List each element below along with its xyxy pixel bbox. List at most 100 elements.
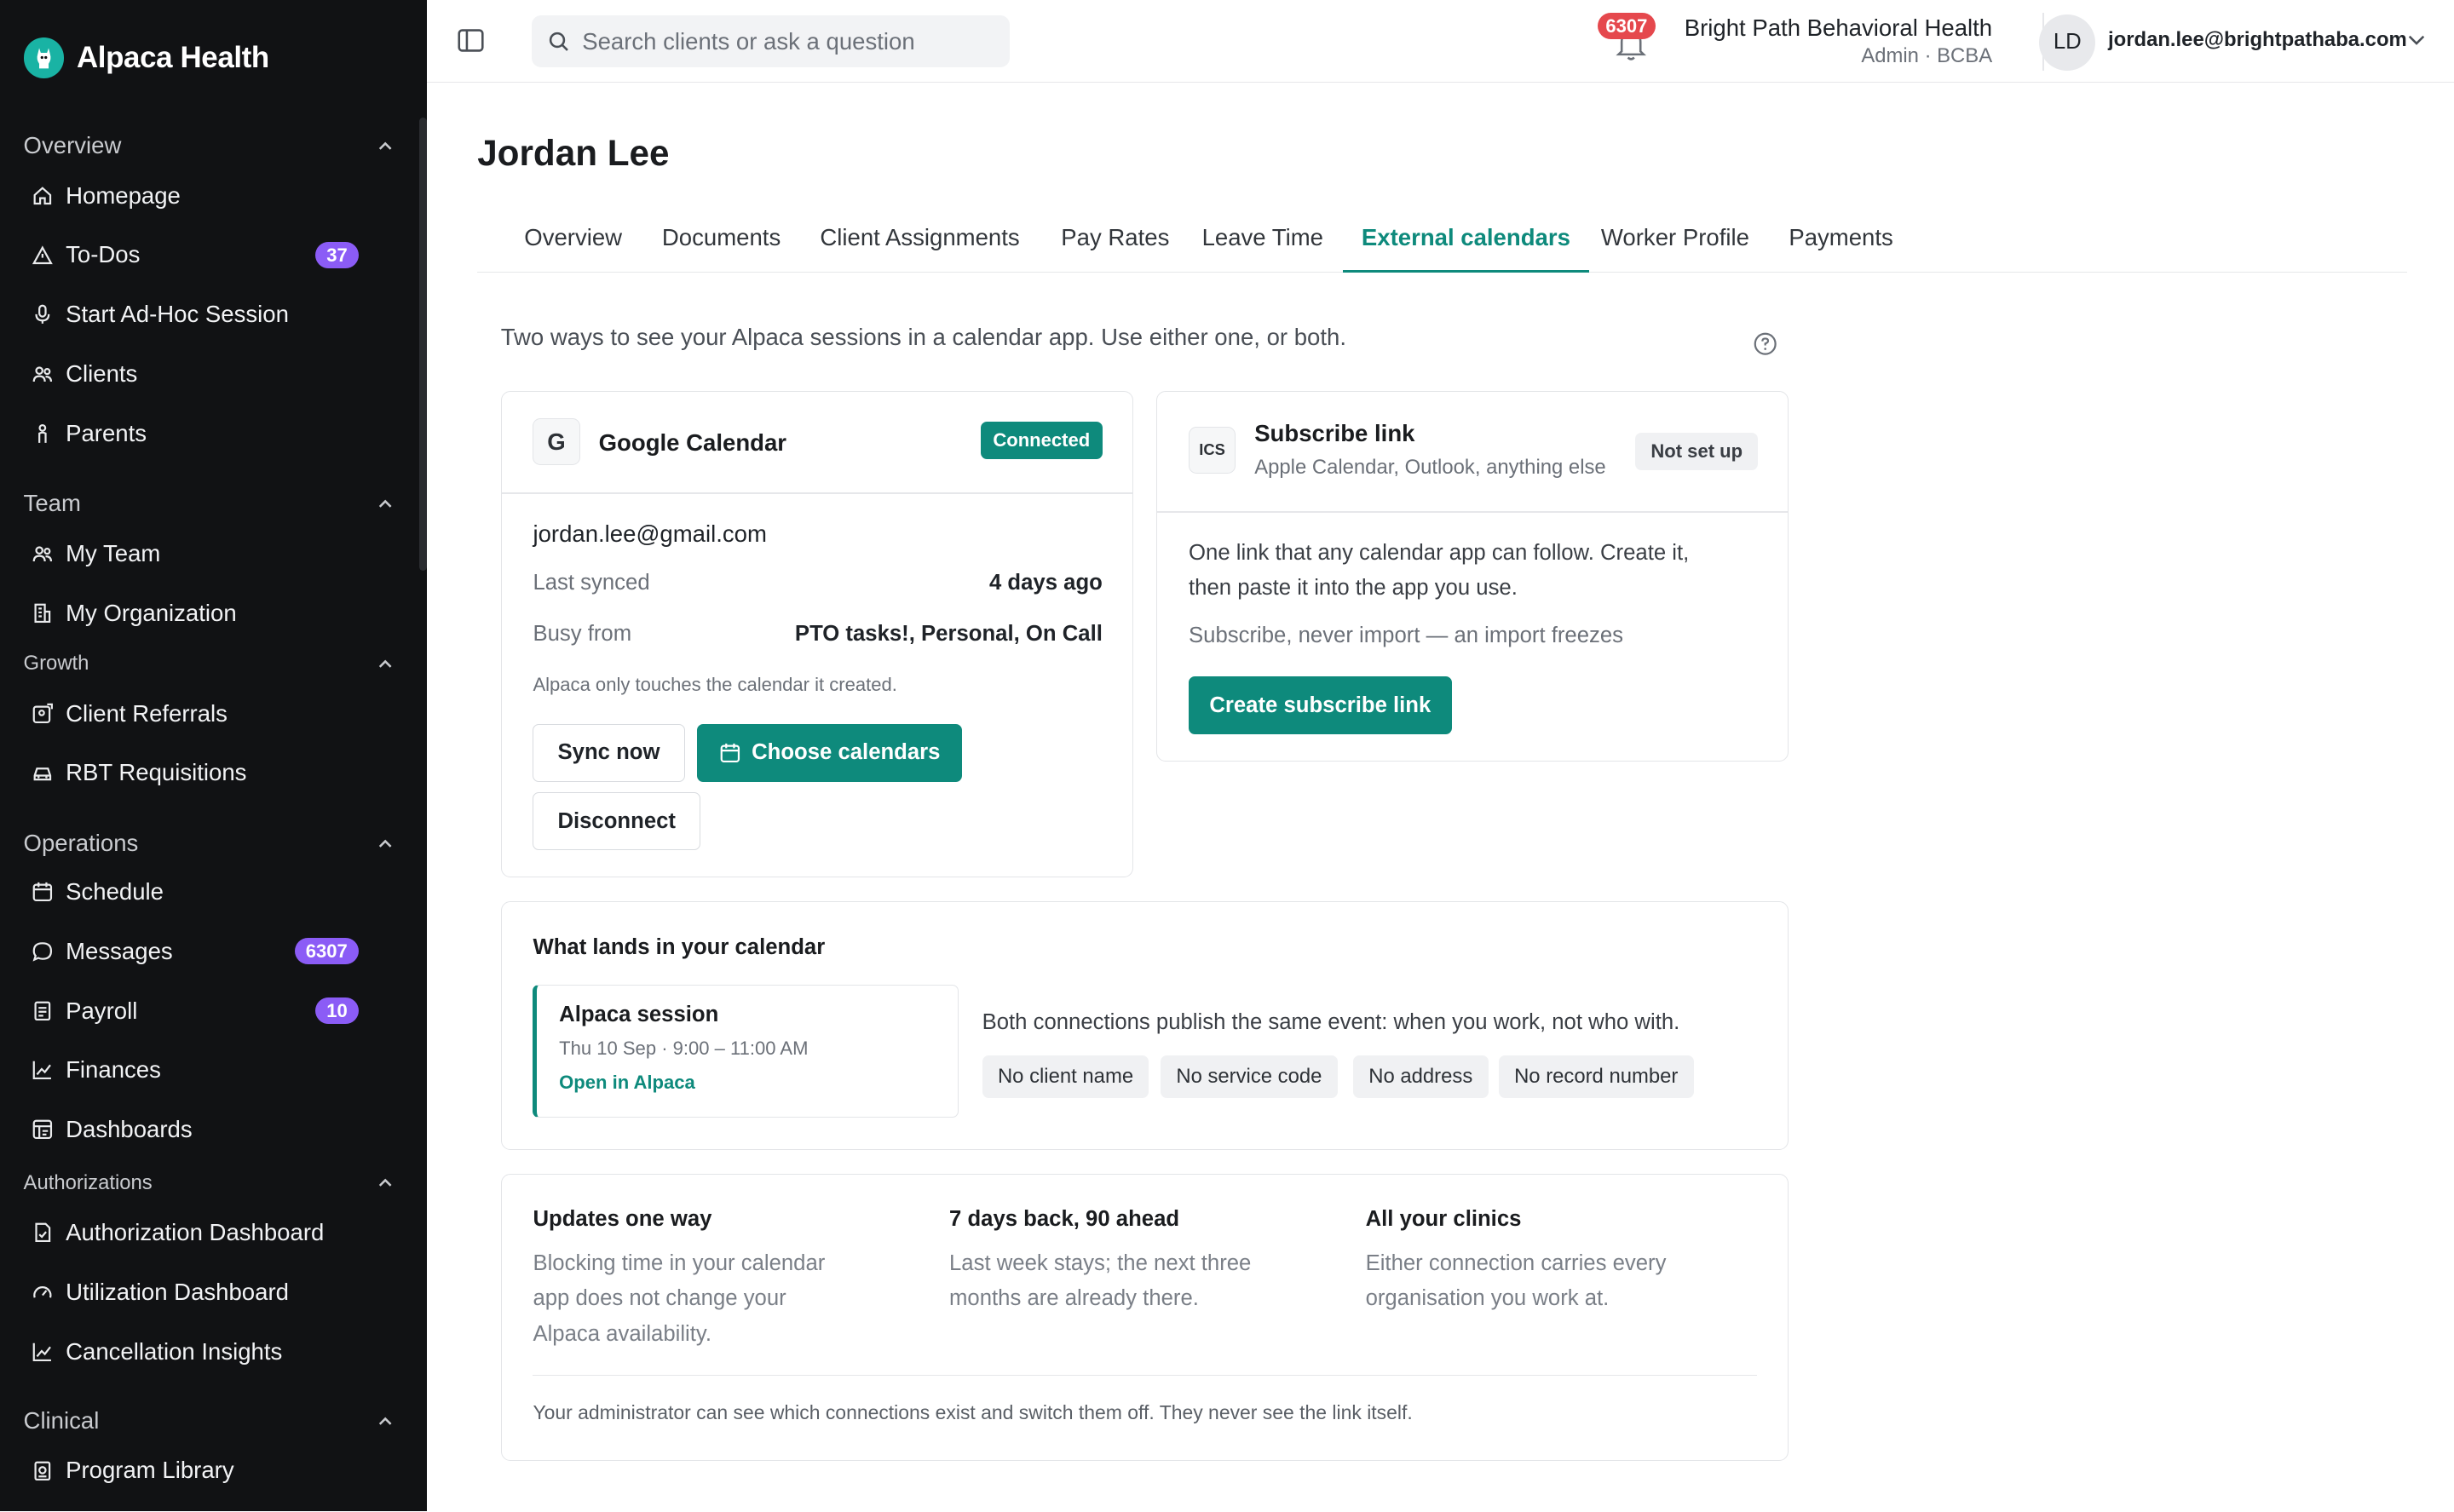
tab-leave-time[interactable]: Leave Time — [1184, 219, 1342, 272]
top-bar: 6307 Bright Path Behavioral Health Admin… — [427, 0, 2454, 83]
sidebar-item-utilization-dashboard[interactable]: Utilization Dashboard — [32, 1269, 359, 1316]
sidebar-item-todos[interactable]: To-Dos 37 — [32, 232, 359, 279]
create-subscribe-link-button[interactable]: Create subscribe link — [1189, 676, 1452, 735]
subscribe-hint: Subscribe, never import — an import free… — [1189, 624, 1624, 647]
sidebar-item-label: Payroll — [66, 997, 138, 1024]
search-bar[interactable] — [532, 15, 1010, 67]
privacy-chip: No record number — [1498, 1055, 1694, 1098]
fact-text: Blocking time in your calendar app does … — [533, 1246, 825, 1352]
user-email[interactable]: jordan.lee@brightpathaba.com — [2108, 28, 2407, 52]
count-badge: 10 — [315, 997, 359, 1025]
administrator-note: Your administrator can see which connect… — [533, 1400, 1413, 1423]
sidebar-item-my-organization[interactable]: My Organization — [32, 589, 359, 636]
section-authorizations[interactable]: Authorizations — [24, 1169, 393, 1197]
chevron-up-icon — [378, 659, 392, 668]
card-subtitle: Apple Calendar, Outlook, anything else — [1254, 456, 1606, 480]
tab-documents[interactable]: Documents — [643, 219, 799, 272]
chevron-down-icon[interactable] — [2407, 34, 2426, 47]
avatar[interactable]: LD — [2039, 14, 2096, 71]
count-badge: 37 — [315, 241, 359, 268]
users-icon — [32, 366, 52, 382]
section-clinical[interactable]: Clinical — [24, 1405, 393, 1436]
card-title: Google Calendar — [598, 429, 787, 457]
sidebar-item-payroll[interactable]: Payroll 10 — [32, 987, 359, 1034]
tab-client-assignments[interactable]: Client Assignments — [801, 219, 1038, 272]
sidebar-item-program-library[interactable]: Program Library — [32, 1447, 359, 1494]
section-overview[interactable]: Overview — [24, 129, 393, 161]
section-label: Operations — [23, 829, 139, 856]
file-check-icon — [35, 1223, 50, 1243]
section-label: Team — [23, 490, 81, 517]
app-logo[interactable]: Alpaca Health — [23, 37, 269, 78]
disconnect-button[interactable]: Disconnect — [533, 792, 700, 851]
sidebar-item-finances[interactable]: Finances — [32, 1047, 359, 1094]
section-label: Growth — [23, 651, 89, 675]
sidebar-item-rbt-requisitions[interactable]: RBT Requisitions — [32, 750, 359, 796]
sidebar-item-my-team[interactable]: My Team — [32, 531, 359, 578]
sync-now-button[interactable]: Sync now — [533, 723, 685, 782]
sidebar-item-homepage[interactable]: Homepage — [32, 172, 359, 219]
library-icon — [34, 1461, 50, 1480]
sidebar-item-label: My Team — [66, 540, 161, 567]
sidebar-item-label: Authorization Dashboard — [66, 1219, 325, 1246]
busy-from-label: Busy from — [533, 622, 632, 647]
tab-overview[interactable]: Overview — [505, 219, 641, 272]
tab-payments[interactable]: Payments — [1770, 219, 1912, 272]
calendar-icon — [32, 882, 52, 902]
sidebar-scrollbar[interactable] — [419, 117, 428, 572]
privacy-chip: No address — [1352, 1055, 1489, 1098]
help-icon[interactable] — [1753, 331, 1777, 356]
sidebar-item-label: Homepage — [66, 181, 181, 209]
section-heading: What lands in your calendar — [533, 934, 826, 959]
choose-calendars-button[interactable]: Choose calendars — [697, 723, 962, 782]
ics-icon: ICS — [1189, 426, 1236, 474]
payroll-icon — [34, 1001, 50, 1020]
sidebar-item-label: Parents — [66, 419, 147, 446]
fact-title: 7 days back, 90 ahead — [949, 1207, 1180, 1232]
sidebar-item-label: Clients — [66, 359, 138, 387]
fact-text: Last week stays; the next three months a… — [949, 1246, 1251, 1317]
section-operations[interactable]: Operations — [24, 828, 393, 859]
search-input[interactable] — [582, 27, 989, 55]
sidebar-item-messages[interactable]: Messages 6307 — [32, 928, 359, 974]
team-icon — [32, 546, 52, 562]
sidebar-item-start-ad-hoc-session[interactable]: Start Ad-Hoc Session — [32, 291, 359, 338]
sidebar-item-schedule[interactable]: Schedule — [32, 868, 359, 915]
tab-pay-rates[interactable]: Pay Rates — [1042, 219, 1188, 272]
section-growth[interactable]: Growth — [24, 649, 393, 677]
sidebar-item-dashboards[interactable]: Dashboards — [32, 1107, 359, 1153]
sidebar-item-label: Dashboards — [66, 1116, 193, 1143]
subscribe-link-card: ICS Subscribe link Apple Calendar, Outlo… — [1156, 391, 1789, 762]
sidebar-item-client-referrals[interactable]: Client Referrals — [32, 690, 359, 737]
sidebar-item-authorization-dashboard[interactable]: Authorization Dashboard — [32, 1210, 359, 1256]
section-label: Clinical — [23, 1406, 100, 1434]
subscribe-description: One link that any calendar app can follo… — [1189, 536, 1689, 605]
sidebar-toggle-icon[interactable] — [457, 26, 485, 55]
section-team[interactable]: Team — [24, 488, 393, 520]
chevron-up-icon — [378, 1178, 392, 1187]
sidebar-item-clients[interactable]: Clients — [32, 350, 359, 397]
calendar-note: Alpaca only touches the calendar it crea… — [533, 673, 897, 695]
sidebar-item-cancellation-insights[interactable]: Cancellation Insights — [32, 1328, 359, 1375]
chevron-up-icon — [378, 499, 392, 508]
chevron-up-icon — [378, 1417, 392, 1425]
tab-external-calendars[interactable]: External calendars — [1342, 219, 1589, 273]
description-line: then paste it into the app you use. — [1189, 575, 1518, 600]
organization-switcher[interactable]: Bright Path Behavioral Health Admin · BC… — [1685, 14, 1992, 69]
busy-from-value: PTO tasks!, Personal, On Call — [794, 622, 1103, 647]
sidebar-item-parents[interactable]: Parents — [32, 410, 359, 457]
microphone-icon — [35, 304, 50, 325]
gauge-icon — [32, 1286, 52, 1298]
fact-line: Blocking time in your calendar — [533, 1251, 826, 1275]
fact-line: Alpaca availability. — [533, 1321, 711, 1346]
chevron-up-icon — [378, 839, 392, 848]
intro-text: Two ways to see your Alpaca sessions in … — [500, 324, 1346, 351]
person-icon — [37, 423, 47, 443]
building-icon — [34, 603, 50, 624]
open-in-alpaca-link[interactable]: Open in Alpaca — [559, 1072, 695, 1094]
status-badge: Not set up — [1635, 432, 1759, 471]
card-title: Subscribe link — [1254, 420, 1415, 447]
tab-worker-profile[interactable]: Worker Profile — [1582, 219, 1768, 272]
event-preview-card: What lands in your calendar Alpaca sessi… — [500, 900, 1789, 1150]
fact-title: All your clinics — [1365, 1207, 1522, 1232]
